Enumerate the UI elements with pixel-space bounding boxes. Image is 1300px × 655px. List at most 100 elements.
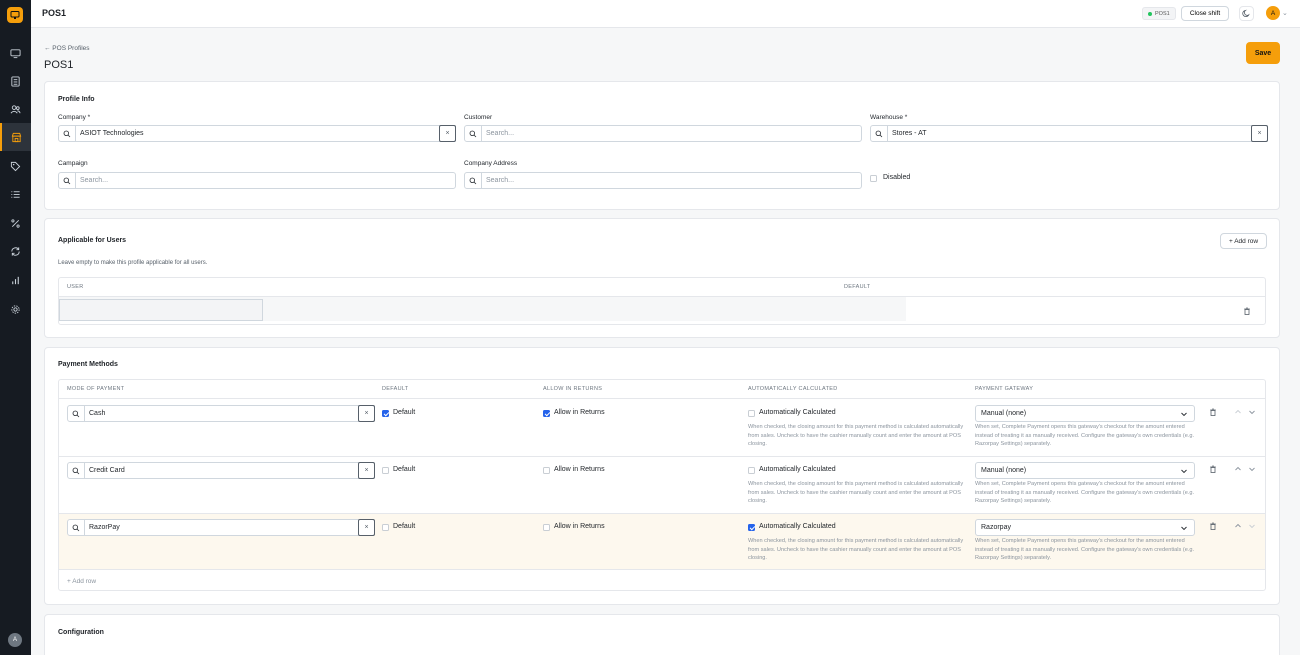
payment-gateway-select[interactable]: Manual (none) bbox=[975, 462, 1195, 479]
divider bbox=[59, 569, 1265, 570]
warehouse-field[interactable]: Stores - AT × bbox=[870, 125, 1268, 142]
company-field[interactable]: ASIOT Technologies × bbox=[58, 125, 456, 142]
bar-chart-icon bbox=[12, 276, 19, 284]
payment-gateway-hint: When set, Complete Payment opens this ga… bbox=[975, 424, 1195, 447]
disabled-checkbox[interactable] bbox=[870, 175, 877, 182]
auto-calculated-checkbox[interactable] bbox=[748, 467, 755, 474]
mode-of-payment-field[interactable]: Cash × bbox=[67, 405, 375, 422]
customer-field[interactable]: Search... bbox=[464, 125, 862, 142]
breadcrumb[interactable]: ← POS Profiles bbox=[44, 45, 90, 52]
users-icon bbox=[10, 104, 21, 113]
move-up-icon[interactable] bbox=[1233, 521, 1242, 530]
col-user: USER bbox=[67, 284, 84, 290]
save-button[interactable]: Save bbox=[1246, 42, 1280, 64]
auto-calculated-hint: When checked, the closing amount for thi… bbox=[748, 538, 964, 561]
sidebar-item-customers[interactable] bbox=[0, 95, 31, 123]
sidebar-item-reports[interactable] bbox=[0, 266, 31, 294]
profile-info-card: Profile Info Company * ASIOT Technologie… bbox=[44, 81, 1280, 210]
gear-icon bbox=[11, 304, 20, 314]
clear-icon[interactable]: × bbox=[358, 519, 375, 536]
move-up-icon[interactable] bbox=[1233, 407, 1242, 416]
clear-icon[interactable]: × bbox=[439, 125, 456, 142]
sidebar-item-pos-terminal[interactable] bbox=[0, 39, 31, 67]
company-label: Company * bbox=[58, 114, 91, 121]
sidebar-item-settings[interactable] bbox=[0, 295, 31, 323]
clear-icon[interactable]: × bbox=[1251, 125, 1268, 142]
search-icon bbox=[68, 520, 85, 535]
company-address-label: Company Address bbox=[464, 160, 518, 167]
trash-icon[interactable] bbox=[1208, 464, 1217, 473]
sidebar-item-lists[interactable] bbox=[0, 180, 31, 208]
users-description: Leave empty to make this profile applica… bbox=[58, 260, 208, 266]
payment-gateway-select[interactable]: Razorpay bbox=[975, 519, 1195, 536]
campaign-field[interactable]: Search... bbox=[58, 172, 456, 189]
top-bar: POS1 POS1 Close shift A ⌄ bbox=[31, 0, 1300, 28]
mode-value[interactable]: Cash bbox=[85, 406, 358, 421]
monitor-icon bbox=[10, 48, 21, 58]
users-card: Applicable for Users + Add row Leave emp… bbox=[44, 218, 1280, 338]
sidebar-item-pos-profiles[interactable] bbox=[0, 123, 31, 151]
auto-calculated-checkbox[interactable] bbox=[748, 524, 755, 531]
user-input[interactable] bbox=[59, 299, 263, 321]
mode-of-payment-field[interactable]: RazorPay × bbox=[67, 519, 375, 536]
allow-returns-label: Allow in Returns bbox=[554, 409, 605, 416]
tag-icon bbox=[10, 161, 21, 171]
warehouse-value[interactable]: Stores - AT bbox=[888, 126, 1251, 141]
default-checkbox[interactable] bbox=[382, 410, 389, 417]
chevron-down-icon bbox=[1180, 524, 1188, 534]
theme-toggle-button[interactable] bbox=[1239, 6, 1254, 21]
auto-calculated-checkbox[interactable] bbox=[748, 410, 755, 417]
store-icon bbox=[11, 132, 22, 142]
clear-icon[interactable]: × bbox=[358, 405, 375, 422]
sidebar-item-invoices[interactable] bbox=[0, 67, 31, 95]
trash-icon[interactable] bbox=[1208, 521, 1217, 530]
search-icon bbox=[68, 463, 85, 478]
search-icon bbox=[465, 126, 482, 141]
app-title: POS1 bbox=[42, 8, 67, 18]
sidebar-item-sync[interactable] bbox=[0, 237, 31, 265]
sidebar-item-promotions[interactable] bbox=[0, 152, 31, 180]
default-checkbox[interactable] bbox=[382, 524, 389, 531]
disabled-label: Disabled bbox=[883, 174, 911, 181]
pos-badge-label: POS1 bbox=[1155, 10, 1170, 17]
company-address-field[interactable]: Search... bbox=[464, 172, 862, 189]
search-icon bbox=[871, 126, 888, 141]
account-avatar[interactable]: A bbox=[1266, 6, 1280, 20]
trash-icon[interactable] bbox=[1208, 407, 1217, 416]
clear-icon[interactable]: × bbox=[358, 462, 375, 479]
company-value[interactable]: ASIOT Technologies bbox=[76, 126, 439, 141]
chevron-down-icon bbox=[1180, 410, 1188, 420]
campaign-label: Campaign bbox=[58, 160, 88, 167]
add-payment-row-button[interactable]: + Add row bbox=[67, 578, 96, 585]
close-shift-button[interactable]: Close shift bbox=[1181, 6, 1229, 21]
user-avatar[interactable]: A bbox=[8, 633, 22, 647]
sidebar-item-discounts[interactable] bbox=[0, 209, 31, 237]
default-label: Default bbox=[393, 523, 416, 530]
campaign-placeholder[interactable]: Search... bbox=[76, 173, 455, 188]
chevron-down-icon bbox=[1180, 467, 1188, 477]
allow-returns-checkbox[interactable] bbox=[543, 467, 550, 474]
auto-calculated-hint: When checked, the closing amount for thi… bbox=[748, 424, 964, 447]
move-down-icon[interactable] bbox=[1247, 521, 1256, 530]
mode-value[interactable]: RazorPay bbox=[85, 520, 358, 535]
mode-value[interactable]: Credit Card bbox=[85, 463, 358, 478]
table-row: Cash × Default Allow in Returns Automati… bbox=[59, 399, 1265, 456]
allow-returns-checkbox[interactable] bbox=[543, 524, 550, 531]
payment-gateway-hint: When set, Complete Payment opens this ga… bbox=[975, 481, 1195, 504]
customer-placeholder[interactable]: Search... bbox=[482, 126, 861, 141]
default-checkbox[interactable] bbox=[382, 467, 389, 474]
app-logo-icon[interactable] bbox=[7, 7, 23, 23]
move-down-icon[interactable] bbox=[1247, 407, 1256, 416]
percent-icon bbox=[11, 218, 20, 228]
mode-of-payment-field[interactable]: Credit Card × bbox=[67, 462, 375, 479]
add-user-row-button[interactable]: + Add row bbox=[1220, 233, 1267, 249]
chevron-down-icon[interactable]: ⌄ bbox=[1282, 9, 1288, 17]
payment-gateway-select[interactable]: Manual (none) bbox=[975, 405, 1195, 422]
company-address-placeholder[interactable]: Search... bbox=[482, 173, 861, 188]
trash-icon[interactable] bbox=[1242, 306, 1251, 315]
move-down-icon[interactable] bbox=[1247, 464, 1256, 473]
sidebar: A bbox=[0, 0, 31, 655]
move-up-icon[interactable] bbox=[1233, 464, 1242, 473]
allow-returns-checkbox[interactable] bbox=[543, 410, 550, 417]
calculator-icon bbox=[11, 75, 20, 87]
